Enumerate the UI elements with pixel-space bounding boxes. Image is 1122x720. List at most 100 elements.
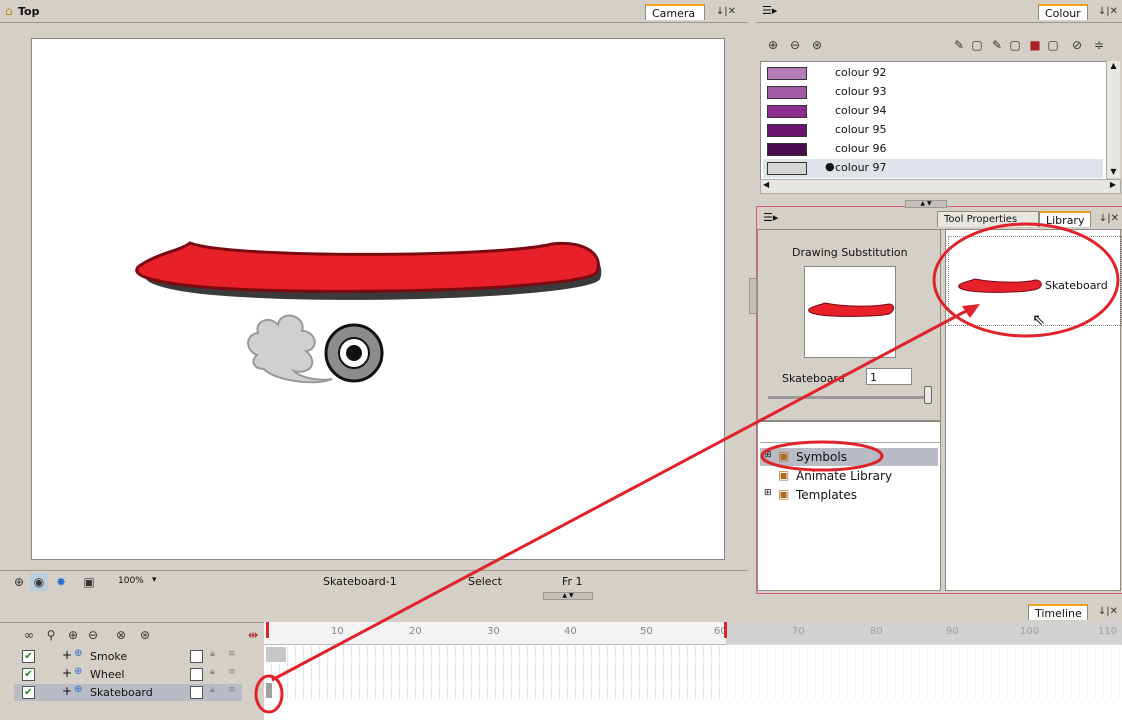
colour-row[interactable]: colour 96 xyxy=(763,140,1103,159)
onion-skin-icon[interactable]: ◉ xyxy=(30,573,48,591)
layer-lock-checkbox[interactable] xyxy=(190,686,203,699)
layer-link-icon[interactable]: ⊗ xyxy=(112,626,130,644)
timeline-tabbar: Timeline ↓|✕ xyxy=(0,600,1122,623)
layer-row-wheel[interactable]: ✔ + ⊕ Wheel 🔒︎ ≡ xyxy=(14,666,242,683)
tree-item-symbols[interactable]: ⊞ ▣ Symbols xyxy=(760,448,938,466)
colour-row[interactable]: colour 95 xyxy=(763,121,1103,140)
fill-icon[interactable]: ■ xyxy=(1026,36,1044,54)
timeline-panel-controls[interactable]: ↓|✕ xyxy=(1092,604,1122,620)
onion-skin-toggle-icon[interactable]: ∞ xyxy=(20,626,38,644)
end-marker[interactable] xyxy=(724,622,727,638)
layer-visible-checkbox[interactable]: ✔ xyxy=(22,668,35,681)
layer-add-icon[interactable]: + xyxy=(62,648,72,662)
ruler-mark: 40 xyxy=(564,626,577,637)
swatch-view2-icon[interactable]: ▢ xyxy=(1006,36,1024,54)
layer-stack-icon[interactable]: ≡ xyxy=(228,667,236,677)
layer-row-skateboard[interactable]: ✔ + ⊕ Skateboard 🔒︎ ≡ xyxy=(14,684,242,701)
tree-search-field[interactable] xyxy=(760,424,940,443)
drawing-substitution-label: Drawing Substitution xyxy=(792,246,908,259)
drawing-canvas[interactable] xyxy=(31,38,725,560)
layer-visible-checkbox[interactable]: ✔ xyxy=(22,650,35,663)
tab-tool-properties[interactable]: Tool Properties xyxy=(937,211,1039,227)
expand-icon[interactable]: ⊞ xyxy=(764,450,772,460)
side-collapse-handle[interactable] xyxy=(749,278,757,314)
colour-list: colour 92 colour 93 colour 94 colour 95 … xyxy=(760,61,1108,180)
frame-area[interactable]: 10 20 30 40 50 60 70 80 90 100 110 xyxy=(264,622,1122,720)
lock-icon[interactable]: 🔒︎ xyxy=(210,685,215,695)
panel-menu-icon[interactable]: ☰▸ xyxy=(762,4,777,17)
layer-props-icon[interactable]: ⚲ xyxy=(42,626,60,644)
remove-layer-icon[interactable]: ⊖ xyxy=(84,626,102,644)
expand-timeline-icon[interactable]: ⇹ xyxy=(244,626,262,644)
zoom-level[interactable]: 100% xyxy=(118,576,144,586)
lock-icon[interactable]: 🔒︎ xyxy=(210,667,215,677)
tab-library[interactable]: Library xyxy=(1039,211,1091,227)
layer-settings-icon[interactable]: ⊛ xyxy=(136,626,154,644)
layer-row-smoke[interactable]: ✔ + ⊕ Smoke 🔒︎ ≡ xyxy=(14,648,242,665)
lock-icon[interactable]: 🔒︎ xyxy=(210,649,215,659)
add-layer-icon[interactable]: ⊕ xyxy=(64,626,82,644)
reset-view-icon[interactable]: ⊕ xyxy=(10,573,28,591)
splitter-handle[interactable]: ▲ ▼ xyxy=(543,592,593,600)
scroll-left-icon[interactable]: ◀ xyxy=(763,180,769,189)
colour-horizontal-scrollbar[interactable]: ◀ ▶ xyxy=(760,179,1121,194)
layer-visible-checkbox[interactable]: ✔ xyxy=(22,686,35,699)
safe-area-icon[interactable]: ▣ xyxy=(80,573,98,591)
layout-icon[interactable]: ≑ xyxy=(1090,36,1108,54)
playhead[interactable] xyxy=(266,622,269,638)
render-icon[interactable]: ✸ xyxy=(52,573,70,591)
library-panel-controls[interactable]: ↓|✕ xyxy=(1093,211,1122,227)
timeline-panel: Timeline ↓|✕ ∞ ⚲ ⊕ ⊖ ⊗ ⊛ ⇹ ✔ + ⊕ Smoke 🔒… xyxy=(0,600,1122,720)
ruler-mark: 30 xyxy=(487,626,500,637)
layer-stack-icon[interactable]: ≡ xyxy=(228,685,236,695)
layer-add-icon[interactable]: + xyxy=(62,666,72,680)
texture-icon[interactable]: ⊛ xyxy=(808,36,826,54)
swatch-view3-icon[interactable]: ▢ xyxy=(1044,36,1062,54)
scroll-up-icon[interactable]: ▲ xyxy=(1107,61,1120,70)
substitution-value-field[interactable]: 1 xyxy=(866,368,912,385)
colour-row[interactable]: colour 94 xyxy=(763,102,1103,121)
swatch-view-icon[interactable]: ▢ xyxy=(968,36,986,54)
colour-panel-controls[interactable]: ↓|✕ xyxy=(1092,4,1122,20)
remove-colour-icon[interactable]: ⊖ xyxy=(786,36,804,54)
drawing-layer-icon: ⊕ xyxy=(74,648,83,659)
layer-add-icon[interactable]: + xyxy=(62,684,72,698)
layer-lock-checkbox[interactable] xyxy=(190,650,203,663)
tab-camera[interactable]: Camera xyxy=(645,4,705,20)
add-colour-icon[interactable]: ⊕ xyxy=(764,36,782,54)
view-title: Top xyxy=(18,5,40,18)
library-item-thumbnail xyxy=(958,278,1042,293)
panel-menu-controls[interactable]: ↓|✕ xyxy=(710,4,742,20)
splitter-handle[interactable]: ▲ ▼ xyxy=(905,200,947,208)
colour-name: colour 96 xyxy=(835,142,887,155)
colour-name: colour 92 xyxy=(835,66,887,79)
tab-timeline[interactable]: Timeline xyxy=(1028,604,1088,620)
scroll-right-icon[interactable]: ▶ xyxy=(1110,180,1116,189)
scroll-down-icon[interactable]: ▼ xyxy=(1107,167,1120,176)
panel-menu-icon[interactable]: ☰▸ xyxy=(763,211,778,224)
colour-edit-icon[interactable]: ✎ xyxy=(950,36,968,54)
colour-row[interactable]: colour 93 xyxy=(763,83,1103,102)
frame-cell-skateboard[interactable] xyxy=(266,683,272,698)
tree-item-templates[interactable]: ⊞ ▣ Templates xyxy=(760,486,938,504)
frame-cell-smoke[interactable] xyxy=(266,647,286,662)
zoom-dropdown-icon[interactable]: ▾ xyxy=(152,575,157,585)
layer-lock-checkbox[interactable] xyxy=(190,668,203,681)
tree-item-animate-library[interactable]: ▣ Animate Library xyxy=(760,467,938,485)
mouse-cursor-icon: ⇖ xyxy=(1032,310,1046,329)
substitution-thumbnail[interactable] xyxy=(804,266,896,358)
slider-thumb[interactable] xyxy=(924,386,932,404)
layer-name: Skateboard xyxy=(90,686,153,699)
substitution-slider[interactable] xyxy=(768,396,932,399)
layer-stack-icon[interactable]: ≡ xyxy=(228,649,236,659)
pencil-icon[interactable]: ✎ xyxy=(988,36,1006,54)
timeline-ruler[interactable]: 10 20 30 40 50 60 70 80 90 100 110 xyxy=(264,622,1122,645)
expand-icon[interactable]: ⊞ xyxy=(764,488,772,498)
tab-colour[interactable]: Colour xyxy=(1038,4,1088,20)
colour-row[interactable]: colour 92 xyxy=(763,64,1103,83)
top-view-tabbar: ⌂ Top Camera ↓|✕ xyxy=(0,0,748,23)
link-icon[interactable]: ⊘ xyxy=(1068,36,1086,54)
colour-vertical-scrollbar[interactable]: ▲ ▼ xyxy=(1106,61,1120,178)
colour-row-selected[interactable]: ● colour 97 xyxy=(763,159,1103,178)
wheel-hub xyxy=(346,345,362,361)
